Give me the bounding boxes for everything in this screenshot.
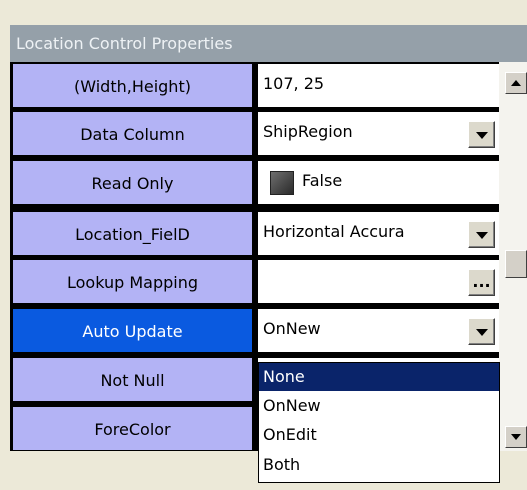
arrow-up-icon	[511, 80, 521, 86]
auto-update-dropdown-list[interactable]: None OnNew OnEdit Both	[258, 362, 500, 483]
chevron-down-icon	[476, 329, 488, 336]
property-label-width-height[interactable]: (Width,Height)	[12, 63, 253, 108]
property-label-lookup-mapping[interactable]: Lookup Mapping	[12, 259, 253, 304]
read-only-text: False	[302, 171, 343, 190]
dropdown-option-onnew[interactable]: OnNew	[259, 392, 499, 420]
location-field-dropdown-button[interactable]	[468, 221, 495, 248]
property-value-data-column[interactable]: ShipRegion	[258, 111, 499, 156]
property-value-location-field[interactable]: Horizontal Accura	[258, 211, 499, 256]
scroll-down-button[interactable]	[505, 426, 527, 448]
property-label-forecolor[interactable]: ForeColor	[12, 406, 253, 451]
property-label-auto-update[interactable]: Auto Update	[12, 308, 253, 353]
data-column-dropdown-button[interactable]	[468, 121, 495, 148]
dropdown-option-onedit[interactable]: OnEdit	[259, 421, 499, 449]
property-value-read-only[interactable]: False	[258, 160, 499, 205]
scrollbar-thumb[interactable]	[505, 250, 527, 278]
panel-title: Location Control Properties	[10, 25, 527, 62]
property-label-read-only[interactable]: Read Only	[12, 160, 253, 205]
location-field-select[interactable]: Horizontal Accura	[263, 212, 463, 252]
chevron-down-icon	[476, 232, 488, 239]
auto-update-select[interactable]: OnNew	[263, 309, 321, 349]
auto-update-dropdown-button[interactable]	[468, 318, 495, 345]
property-value-width-height[interactable]: 107, 25	[258, 63, 499, 108]
ellipsis-icon: ...	[472, 272, 491, 291]
property-label-location-field[interactable]: Location_FielD	[12, 211, 253, 256]
width-height-input[interactable]: 107, 25	[263, 64, 324, 104]
dropdown-option-both[interactable]: Both	[259, 451, 499, 479]
property-label-data-column[interactable]: Data Column	[12, 111, 253, 156]
chevron-down-icon	[476, 132, 488, 139]
arrow-down-icon	[511, 434, 521, 440]
data-column-select[interactable]: ShipRegion	[263, 112, 353, 152]
property-value-lookup-mapping[interactable]: ...	[258, 259, 499, 304]
scroll-up-button[interactable]	[505, 72, 527, 94]
vertical-scrollbar[interactable]	[499, 62, 527, 451]
property-value-auto-update[interactable]: OnNew	[258, 308, 499, 353]
read-only-checkbox[interactable]	[270, 171, 294, 195]
lookup-mapping-browse-button[interactable]: ...	[468, 269, 495, 296]
dropdown-option-none[interactable]: None	[259, 363, 499, 391]
property-label-not-null[interactable]: Not Null	[12, 357, 253, 402]
